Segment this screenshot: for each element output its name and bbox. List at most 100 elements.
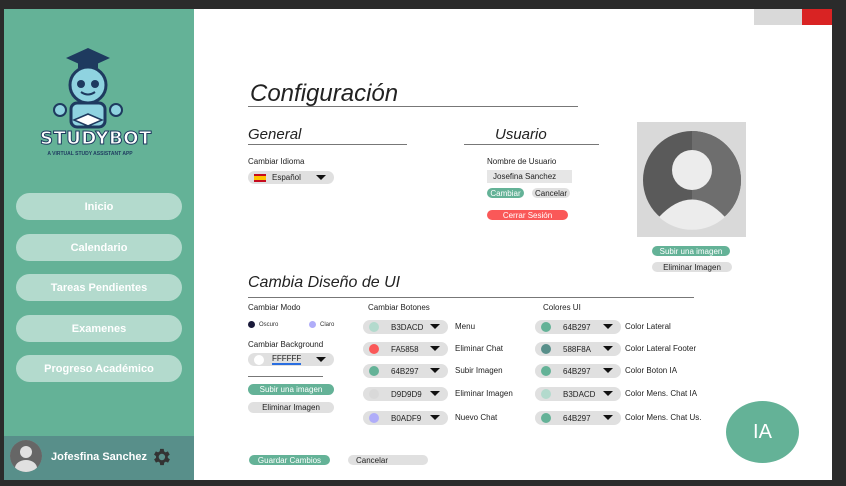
colors-label: Colores UI bbox=[543, 303, 581, 312]
ui-color-select[interactable]: B3DACD bbox=[535, 387, 621, 401]
logout-button[interactable]: Cerrar Sesión bbox=[487, 210, 568, 220]
logo-title: STUDYBOT bbox=[40, 128, 152, 150]
language-select[interactable]: Español bbox=[248, 171, 334, 184]
chevron-down-icon bbox=[603, 346, 613, 351]
ui-color-hex-value: 64B297 bbox=[563, 413, 591, 423]
general-divider bbox=[248, 144, 407, 145]
cancel-username-button[interactable]: Cancelar bbox=[532, 188, 570, 198]
ui-color-swatch bbox=[541, 389, 551, 399]
ui-color-hex-value: 64B297 bbox=[563, 322, 591, 332]
ui-color-select[interactable]: 64B297 bbox=[535, 364, 621, 378]
ui-color-select[interactable]: 588F8A bbox=[535, 342, 621, 356]
button-color-hex-value: D9D9D9 bbox=[391, 389, 422, 399]
button-color-hex-value: B3DACD bbox=[391, 322, 424, 332]
button-color-name: Nuevo Chat bbox=[455, 413, 498, 422]
page-title: Configuración bbox=[250, 80, 399, 107]
cancel-changes-button[interactable]: Cancelar bbox=[348, 455, 428, 465]
sidebar-item-tareas[interactable]: Tareas Pendientes bbox=[16, 274, 182, 301]
ui-color-swatch bbox=[541, 413, 551, 423]
button-color-swatch bbox=[369, 344, 379, 354]
button-color-name: Eliminar Imagen bbox=[455, 389, 513, 398]
language-value: Español bbox=[272, 173, 301, 182]
mode-dark-radio[interactable] bbox=[248, 321, 255, 328]
ui-color-hex-value: 588F8A bbox=[563, 344, 592, 354]
general-heading: General bbox=[248, 126, 302, 143]
button-color-hex-value: B0ADF9 bbox=[391, 413, 422, 423]
button-color-hex-value: 64B297 bbox=[391, 366, 419, 376]
chevron-down-icon bbox=[430, 415, 440, 420]
ui-color-swatch bbox=[541, 344, 551, 354]
chevron-down-icon bbox=[430, 368, 440, 373]
ui-color-hex-value: 64B297 bbox=[563, 366, 591, 376]
chevron-down-icon bbox=[316, 175, 326, 180]
background-value: FFFFFF bbox=[272, 354, 302, 365]
button-color-swatch bbox=[369, 389, 379, 399]
background-swatch bbox=[254, 354, 264, 365]
button-color-select[interactable]: B0ADF9 bbox=[363, 411, 448, 425]
background-label: Cambiar Background bbox=[248, 340, 324, 349]
user-icon bbox=[10, 440, 42, 472]
sidebar-item-progreso[interactable]: Progreso Académico bbox=[16, 355, 182, 382]
chevron-down-icon bbox=[430, 324, 440, 329]
ui-color-name: Color Boton IA bbox=[625, 366, 678, 375]
upload-profile-image-button[interactable]: Subir una imagen bbox=[652, 246, 730, 256]
sidebar-item-examenes[interactable]: Examenes bbox=[16, 315, 182, 342]
button-color-select[interactable]: D9D9D9 bbox=[363, 387, 448, 401]
chevron-down-icon bbox=[603, 324, 613, 329]
save-changes-button[interactable]: Guardar Cambios bbox=[249, 455, 330, 465]
username-field[interactable]: Josefina Sanchez bbox=[487, 170, 572, 183]
button-color-select[interactable]: B3DACD bbox=[363, 320, 448, 334]
ia-chat-button[interactable]: IA bbox=[726, 401, 799, 463]
mode-dark-label: Oscuro bbox=[259, 322, 279, 328]
buttons-label: Cambiar Botones bbox=[368, 303, 430, 312]
ui-color-select[interactable]: 64B297 bbox=[535, 320, 621, 334]
chevron-down-icon bbox=[603, 368, 613, 373]
button-color-name: Eliminar Chat bbox=[455, 344, 504, 353]
ui-color-select[interactable]: 64B297 bbox=[535, 411, 621, 425]
profile-photo bbox=[637, 122, 746, 237]
background-select[interactable]: FFFFFF bbox=[248, 353, 334, 366]
mode-label: Cambiar Modo bbox=[248, 303, 301, 312]
gear-icon[interactable] bbox=[150, 446, 172, 468]
sidebar-item-inicio[interactable]: Inicio bbox=[16, 193, 182, 220]
mode-light-radio[interactable] bbox=[309, 321, 316, 328]
ui-color-name: Color Lateral Footer bbox=[625, 344, 697, 353]
button-color-select[interactable]: FA5858 bbox=[363, 342, 448, 356]
ui-color-name: Color Lateral bbox=[625, 322, 671, 331]
button-color-hex-value: FA5858 bbox=[391, 344, 419, 354]
chevron-down-icon bbox=[603, 415, 613, 420]
ui-color-swatch bbox=[541, 366, 551, 376]
sidebar-user-name: Jofesfina Sanchez bbox=[51, 451, 147, 463]
window-control-minimize[interactable] bbox=[754, 9, 802, 25]
upload-background-button[interactable]: Subir una imagen bbox=[248, 384, 334, 395]
window-control-close[interactable] bbox=[802, 9, 832, 25]
chevron-down-icon bbox=[430, 346, 440, 351]
button-color-name: Menu bbox=[455, 322, 476, 331]
ui-design-heading: Cambia Diseño de UI bbox=[248, 274, 401, 291]
button-color-swatch bbox=[369, 366, 379, 376]
change-username-button[interactable]: Cambiar bbox=[487, 188, 524, 198]
avatar[interactable] bbox=[10, 440, 42, 472]
delete-profile-image-button[interactable]: Eliminar Imagen bbox=[652, 262, 732, 272]
ui-color-name: Color Mens. Chat IA bbox=[625, 389, 698, 398]
ui-color-hex-value: B3DACD bbox=[563, 389, 596, 399]
background-divider bbox=[248, 376, 323, 377]
ui-color-swatch bbox=[541, 322, 551, 332]
ui-design-divider bbox=[248, 297, 694, 298]
ui-color-name: Color Mens. Chat Us. bbox=[625, 413, 702, 422]
button-color-name: Subir Imagen bbox=[455, 366, 503, 375]
delete-background-button[interactable]: Eliminar Imagen bbox=[248, 402, 334, 413]
button-color-select[interactable]: 64B297 bbox=[363, 364, 448, 378]
chevron-down-icon bbox=[430, 391, 440, 396]
title-divider bbox=[248, 106, 578, 107]
username-label: Nombre de Usuario bbox=[487, 157, 557, 166]
button-color-swatch bbox=[369, 413, 379, 423]
sidebar-item-calendario[interactable]: Calendario bbox=[16, 234, 182, 261]
chevron-down-icon bbox=[316, 357, 326, 362]
mode-light-label: Claro bbox=[320, 322, 335, 328]
chevron-down-icon bbox=[603, 391, 613, 396]
profile-placeholder-icon bbox=[643, 131, 741, 230]
usuario-heading: Usuario bbox=[495, 126, 547, 143]
button-color-swatch bbox=[369, 322, 379, 332]
language-label: Cambiar Idioma bbox=[248, 157, 305, 166]
